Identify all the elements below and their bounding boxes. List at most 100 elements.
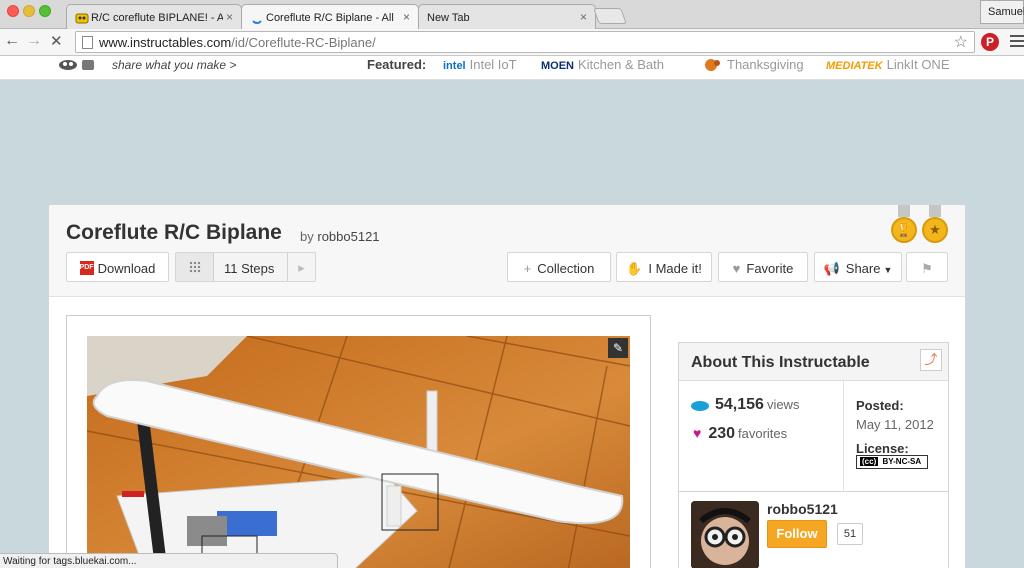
browser-menu-icon[interactable] [1010,35,1024,50]
maximize-window-button[interactable] [39,5,51,17]
featured-intel-iot[interactable]: intel Intel IoT [443,57,517,72]
edit-pencil-icon[interactable]: ✎ [608,338,628,358]
close-tab-icon[interactable]: × [580,10,587,24]
posted-date: May 11, 2012 [856,417,934,432]
about-panel-header: About This Instructable ⤴ [679,343,948,381]
download-label: Download [97,261,156,276]
stats-chart-icon[interactable]: ⤴ [920,349,942,371]
author-avatar[interactable] [691,501,759,568]
tab-new-tab[interactable]: New Tab × [418,4,596,29]
main-image-frame: ✎ [66,315,651,568]
featured-item-label: Kitchen & Bath [578,57,664,72]
add-to-collection-button[interactable]: + Collection [507,252,611,282]
made-it-label: I Made it! [648,261,702,276]
url-host: www.instructables.com [99,35,232,50]
new-tab-button[interactable] [593,8,627,24]
steps-count-label[interactable]: 11 Steps [224,261,274,276]
views-stat: 54,156 views [691,396,799,414]
collection-label: Collection [537,261,595,276]
heart-icon: ♥ [732,261,741,276]
posted-label: Posted: [856,398,904,413]
favorites-count: 230 [708,425,736,442]
views-count: 54,156 [715,396,764,413]
project-header: Coreflute R/C Biplane by robbo5121 🏆 ★ P… [49,205,965,297]
intel-logo: intel [443,60,466,72]
profile-button[interactable]: Samuel [980,0,1024,24]
featured-item-label: Thanksgiving [727,57,804,72]
favorite-button[interactable]: ♥ Favorite [718,252,808,282]
favorites-label: favorites [738,426,788,441]
instructables-favicon-icon [75,12,89,24]
loading-spinner-icon [250,12,264,24]
url-path: /id/Coreflute-RC-Biplane/ [231,35,376,50]
about-divider [843,381,844,493]
author-name-link[interactable]: robbo5121 [767,501,838,517]
featured-mediatek-linkit[interactable]: MEDIATEK LinkIt ONE [826,57,950,72]
forward-arrow-icon[interactable]: → [26,32,42,50]
project-card: Coreflute R/C Biplane by robbo5121 🏆 ★ P… [48,204,966,568]
follower-count: 51 [837,523,863,545]
bookmark-star-icon[interactable]: ☆ [954,32,968,52]
heart-icon: ♥ [693,425,702,441]
creative-commons-license-badge[interactable]: (cc) BY-NC-SA [856,455,928,469]
author-panel: robbo5121 Follow 51 [678,492,949,568]
biplane-photo[interactable]: ✎ [87,336,630,568]
eye-icon [691,400,709,411]
step-grid-button[interactable] [176,253,214,281]
biplane-photo-image [87,336,630,568]
project-title: Coreflute R/C Biplane [66,221,282,244]
pdf-icon: PDF [79,261,94,275]
back-arrow-icon[interactable]: ← [4,32,20,50]
grid-icon [188,261,201,273]
author-avatar-image [691,501,759,568]
featured-item-label: Intel IoT [469,57,517,72]
hand-icon: ✋ [626,261,643,276]
byline-author-link[interactable]: robbo5121 [317,229,379,244]
featured-star-icon[interactable]: ★ [922,205,948,243]
browser-toolbar: ← → ✕ www.instructables.com/id/Coreflute… [0,29,1024,56]
close-window-button[interactable] [7,5,19,17]
views-label: views [766,397,800,412]
flag-icon: ⚑ [921,261,933,276]
tab-title: R/C coreflute BIPLANE! - A [91,12,223,24]
featured-moen-kitchen[interactable]: MOEN Kitchen & Bath [541,57,664,72]
browser-tab-bar: R/C coreflute BIPLANE! - A × Coreflute R… [0,0,1024,30]
featured-item-label: LinkIt ONE [886,57,950,72]
about-panel-title: About This Instructable [691,354,870,371]
report-flag-button[interactable]: ⚑ [906,252,948,282]
moen-logo: MOEN [541,60,574,72]
minimize-window-button[interactable] [23,5,35,17]
thanksgiving-turkey-icon [705,59,720,71]
close-tab-icon[interactable]: × [226,10,233,24]
megaphone-icon: 📢 [823,261,840,276]
site-tagline[interactable]: share what you make > [112,58,236,72]
favorites-stat: ♥ 230 favorites [691,425,787,443]
tab-rc-coreflute-biplane[interactable]: R/C coreflute BIPLANE! - A × [66,4,242,29]
steps-navigator: 11 Steps ▸ [175,252,316,282]
address-bar[interactable]: www.instructables.com/id/Coreflute-RC-Bi… [75,31,975,53]
featured-label: Featured: [367,57,427,72]
pinterest-extension-icon[interactable]: P [981,33,999,51]
i-made-it-button[interactable]: ✋ I Made it! [616,252,712,282]
byline-prefix: by [300,229,314,244]
featured-thanksgiving[interactable]: Thanksgiving [703,57,804,72]
share-label: Share [845,261,881,276]
share-button[interactable]: 📢 Share ▼ [814,252,902,282]
close-tab-icon[interactable]: × [403,10,410,24]
page-icon [82,36,93,49]
instructables-robot-logo-icon[interactable] [56,57,102,73]
about-instructable-panel: About This Instructable ⤴ 54,156 views ♥ 2… [678,342,949,493]
tab-title: Coreflute R/C Biplane - All [266,12,394,24]
stop-loading-icon[interactable]: ✕ [50,32,63,50]
tab-coreflute-rc-biplane[interactable]: Coreflute R/C Biplane - All × [241,4,419,30]
contest-winner-trophy-icon[interactable]: 🏆 [891,205,917,243]
chevron-down-icon: ▼ [883,265,893,275]
license-badge-text: BY-NC-SA [882,457,922,466]
plus-icon: + [523,261,532,276]
favorite-label: Favorite [746,261,794,276]
browser-status-bubble: Waiting for tags.bluekai.com... [0,553,338,568]
mediatek-logo: MEDIATEK [826,60,883,72]
download-button[interactable]: PDF Download [66,252,169,282]
next-step-arrow-icon[interactable]: ▸ [287,253,315,281]
follow-button[interactable]: Follow [767,520,827,548]
